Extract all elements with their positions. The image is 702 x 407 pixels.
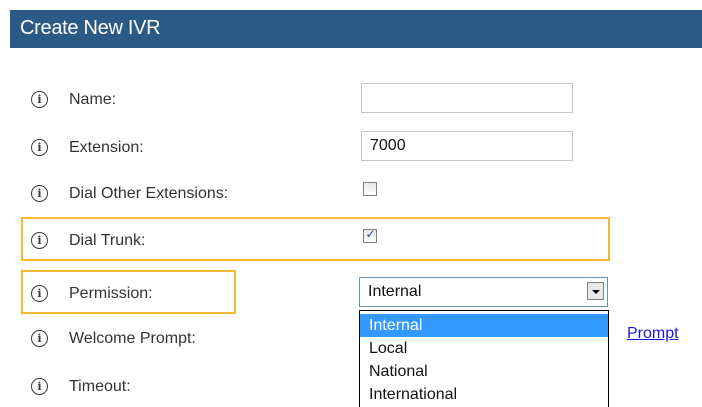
- name-label: Name:: [69, 91, 117, 108]
- dropdown-option-local[interactable]: Local: [360, 337, 608, 360]
- extension-input[interactable]: 7000: [361, 131, 573, 161]
- info-icon[interactable]: i: [31, 185, 48, 202]
- dropdown-option-national[interactable]: National: [360, 360, 608, 383]
- permission-dropdown-list: Internal Local National International: [359, 310, 609, 407]
- dropdown-arrow-button[interactable]: [587, 282, 604, 300]
- info-icon[interactable]: i: [31, 91, 48, 108]
- extension-label: Extension:: [69, 139, 144, 156]
- dial-other-extensions-label: Dial Other Extensions:: [69, 185, 229, 202]
- name-row: i Name:: [0, 83, 702, 116]
- welcome-prompt-label: Welcome Prompt:: [69, 330, 196, 347]
- checkmark-icon: ✓: [365, 227, 376, 241]
- permission-label: Permission:: [69, 285, 153, 302]
- dial-trunk-row: i Dial Trunk: ✓: [0, 227, 702, 257]
- dial-trunk-label: Dial Trunk:: [69, 232, 146, 249]
- dropdown-option-international[interactable]: International: [360, 383, 608, 406]
- chevron-down-icon: [592, 290, 600, 294]
- title-bar: Create New IVR: [10, 10, 702, 48]
- timeout-label: Timeout:: [69, 378, 131, 395]
- dial-other-extensions-row: i Dial Other Extensions:: [0, 180, 702, 210]
- permission-select[interactable]: Internal: [359, 277, 608, 307]
- info-icon[interactable]: i: [31, 330, 48, 347]
- dial-trunk-checkbox[interactable]: ✓: [363, 227, 377, 243]
- info-icon[interactable]: i: [31, 232, 48, 249]
- info-icon[interactable]: i: [31, 378, 48, 395]
- dial-other-extensions-checkbox[interactable]: [363, 182, 377, 196]
- info-icon[interactable]: i: [31, 139, 48, 156]
- create-ivr-page: Create New IVR i Name: i Extension: 7000…: [0, 0, 702, 407]
- extension-row: i Extension: 7000: [0, 131, 702, 164]
- dropdown-option-internal[interactable]: Internal: [360, 314, 608, 337]
- prompt-link[interactable]: Prompt: [627, 325, 679, 343]
- name-input[interactable]: [361, 83, 573, 113]
- info-icon[interactable]: i: [31, 285, 48, 302]
- page-title: Create New IVR: [20, 17, 161, 39]
- permission-selected-value: Internal: [368, 283, 422, 300]
